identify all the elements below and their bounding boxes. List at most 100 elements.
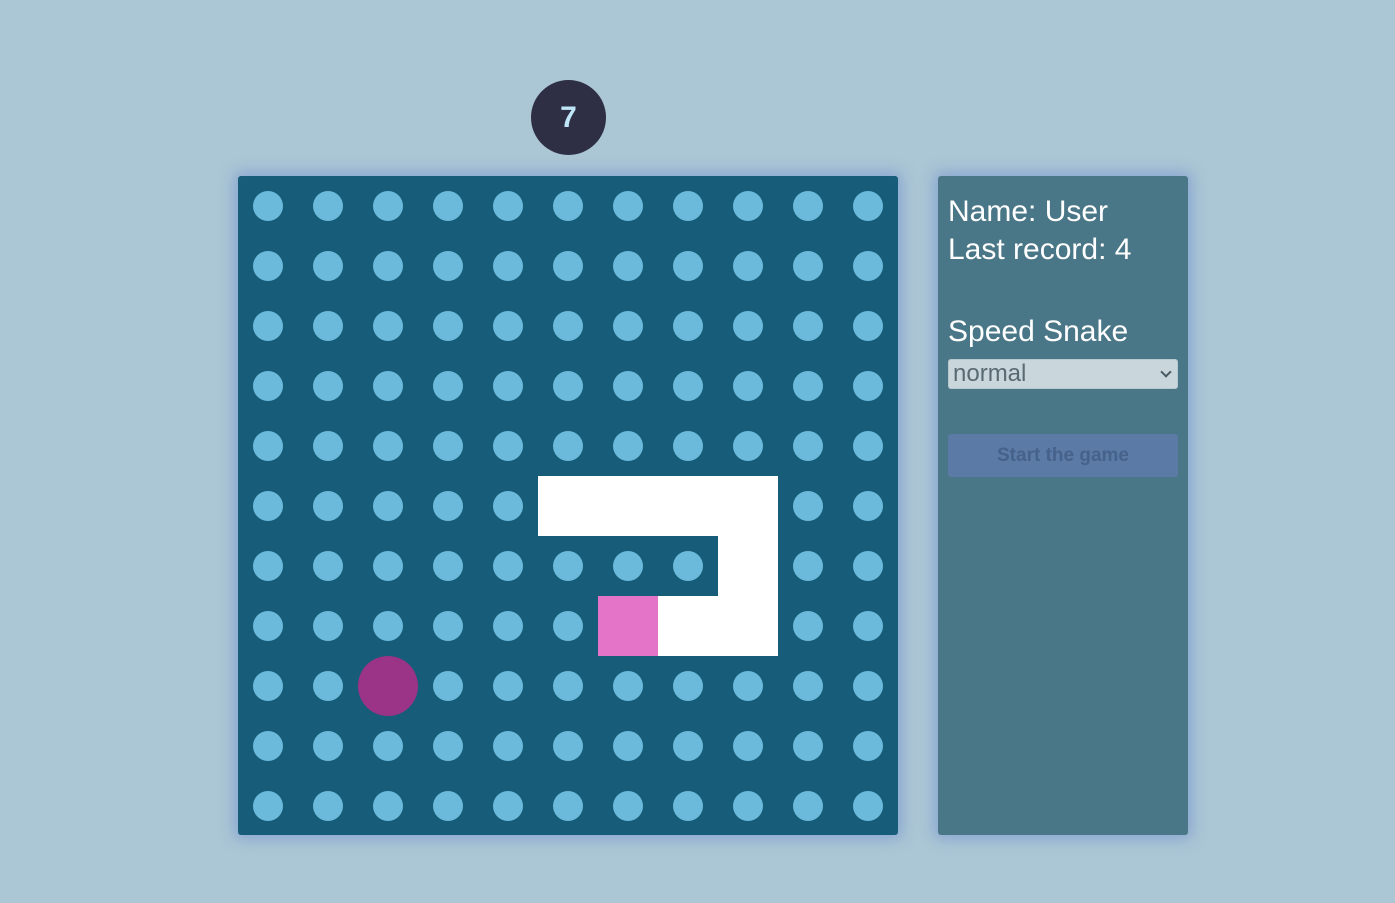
grid-cell — [778, 356, 838, 416]
grid-cell — [838, 596, 898, 656]
grid-cell — [298, 776, 358, 836]
grid-cell — [838, 356, 898, 416]
grid-cell — [838, 236, 898, 296]
grid-cell — [358, 356, 418, 416]
grid-cell — [478, 476, 538, 536]
snake-segment — [718, 596, 778, 656]
grid-cell — [778, 716, 838, 776]
grid-cell — [238, 536, 298, 596]
snake-segment — [718, 476, 778, 536]
grid-cell — [658, 656, 718, 716]
snake-head — [598, 596, 658, 656]
grid-cell — [838, 776, 898, 836]
side-panel: Name: User Last record: 4 Speed Snake no… — [938, 176, 1188, 835]
grid-cell — [418, 536, 478, 596]
grid-cell — [298, 176, 358, 236]
grid-cell — [658, 296, 718, 356]
start-game-button[interactable]: Start the game — [948, 434, 1178, 477]
grid-cell — [418, 776, 478, 836]
grid-cell — [718, 296, 778, 356]
grid-cell — [238, 716, 298, 776]
grid-cell — [478, 776, 538, 836]
grid-cell — [418, 176, 478, 236]
game-board[interactable] — [238, 176, 898, 835]
grid-cell — [778, 656, 838, 716]
grid-cell — [778, 236, 838, 296]
grid-cell — [718, 716, 778, 776]
grid-cell — [418, 236, 478, 296]
snake-segment — [658, 596, 718, 656]
grid-cell — [538, 596, 598, 656]
grid-cell — [598, 656, 658, 716]
grid-cell — [238, 596, 298, 656]
grid-cell — [538, 776, 598, 836]
grid-cell — [298, 356, 358, 416]
grid-cell — [838, 536, 898, 596]
grid-cell — [358, 296, 418, 356]
grid-cell — [238, 296, 298, 356]
grid-cell — [418, 356, 478, 416]
grid-cell — [598, 236, 658, 296]
grid-cell — [838, 656, 898, 716]
grid-cell — [418, 596, 478, 656]
grid-cell — [658, 236, 718, 296]
grid-cell — [658, 536, 718, 596]
grid-cell — [658, 716, 718, 776]
snake-segment — [658, 476, 718, 536]
grid-cell — [778, 596, 838, 656]
grid-cell — [238, 176, 298, 236]
grid-cell — [778, 296, 838, 356]
grid-cell — [838, 476, 898, 536]
grid-cell — [478, 536, 538, 596]
grid-cell — [238, 356, 298, 416]
grid-cell — [718, 176, 778, 236]
grid-cell — [598, 536, 658, 596]
grid-cell — [298, 596, 358, 656]
grid-cell — [358, 176, 418, 236]
grid-cell — [238, 416, 298, 476]
grid-cell — [298, 656, 358, 716]
speed-select-value: normal — [953, 360, 1027, 387]
snake-segment — [598, 476, 658, 536]
grid-cell — [538, 536, 598, 596]
grid-cell — [538, 656, 598, 716]
grid-cell — [598, 716, 658, 776]
grid-cell — [418, 296, 478, 356]
snake-segment — [718, 536, 778, 596]
grid-cell — [718, 776, 778, 836]
grid-cell — [658, 356, 718, 416]
grid-cell — [838, 716, 898, 776]
grid-cell — [478, 296, 538, 356]
grid-cell — [598, 296, 658, 356]
grid-cell — [358, 776, 418, 836]
grid-cell — [418, 476, 478, 536]
grid-cell — [718, 656, 778, 716]
grid-cell — [238, 656, 298, 716]
grid-cell — [718, 416, 778, 476]
score-badge: 7 — [531, 80, 606, 155]
grid-cell — [238, 236, 298, 296]
grid-cell — [298, 296, 358, 356]
grid-cell — [358, 716, 418, 776]
grid-cell — [358, 476, 418, 536]
grid-cell — [718, 236, 778, 296]
grid-cell — [478, 356, 538, 416]
grid-cell — [418, 416, 478, 476]
grid-cell — [838, 176, 898, 236]
grid-cell — [238, 776, 298, 836]
grid-cell — [538, 356, 598, 416]
speed-select[interactable]: normal — [948, 359, 1178, 389]
grid-cell — [298, 536, 358, 596]
grid-cell — [478, 716, 538, 776]
grid-cell — [778, 416, 838, 476]
snake-segment — [538, 476, 598, 536]
grid-cell — [478, 416, 538, 476]
grid-cell — [778, 476, 838, 536]
grid-cell — [598, 776, 658, 836]
grid-cell — [838, 416, 898, 476]
speed-label: Speed Snake — [948, 315, 1129, 348]
grid-cell — [298, 416, 358, 476]
grid-cell — [358, 536, 418, 596]
grid-cell — [598, 176, 658, 236]
grid-cell — [778, 176, 838, 236]
